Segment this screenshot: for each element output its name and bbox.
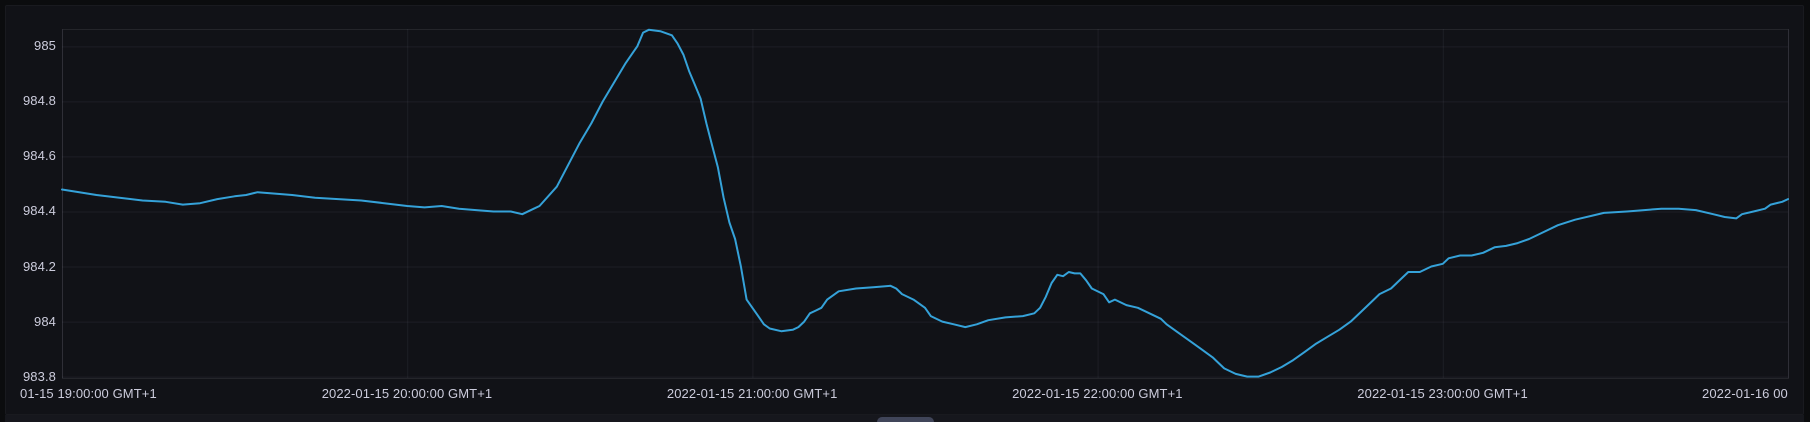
y-axis-tick-label: 984.6 (0, 149, 56, 163)
y-axis-tick-label: 984.4 (0, 204, 56, 218)
y-axis-tick-label: 985 (0, 39, 56, 53)
y-axis-tick-label: 983.8 (0, 370, 56, 384)
plot-area-border (63, 30, 1789, 379)
dashboard-canvas: 985 984.8 984.6 984.4 984.2 984 983.8 01-15 19:… (0, 0, 1810, 422)
series-line (62, 30, 1788, 377)
x-axis-tick-label: 01-15 19:00:00 GMT+1 (20, 387, 157, 401)
y-axis-tick-label: 984.2 (0, 260, 56, 274)
time-series-chart[interactable] (0, 0, 1810, 422)
x-axis-tick-label: 2022-01-16 00 (1702, 387, 1788, 401)
x-axis-tick-label: 2022-01-15 20:00:00 GMT+1 (322, 387, 493, 401)
y-axis-tick-label: 984 (0, 315, 56, 329)
x-axis-tick-label: 2022-01-15 22:00:00 GMT+1 (1012, 387, 1183, 401)
x-axis-tick-label: 2022-01-15 23:00:00 GMT+1 (1357, 387, 1528, 401)
y-axis-tick-label: 984.8 (0, 94, 56, 108)
x-axis-tick-label: 2022-01-15 21:00:00 GMT+1 (667, 387, 838, 401)
